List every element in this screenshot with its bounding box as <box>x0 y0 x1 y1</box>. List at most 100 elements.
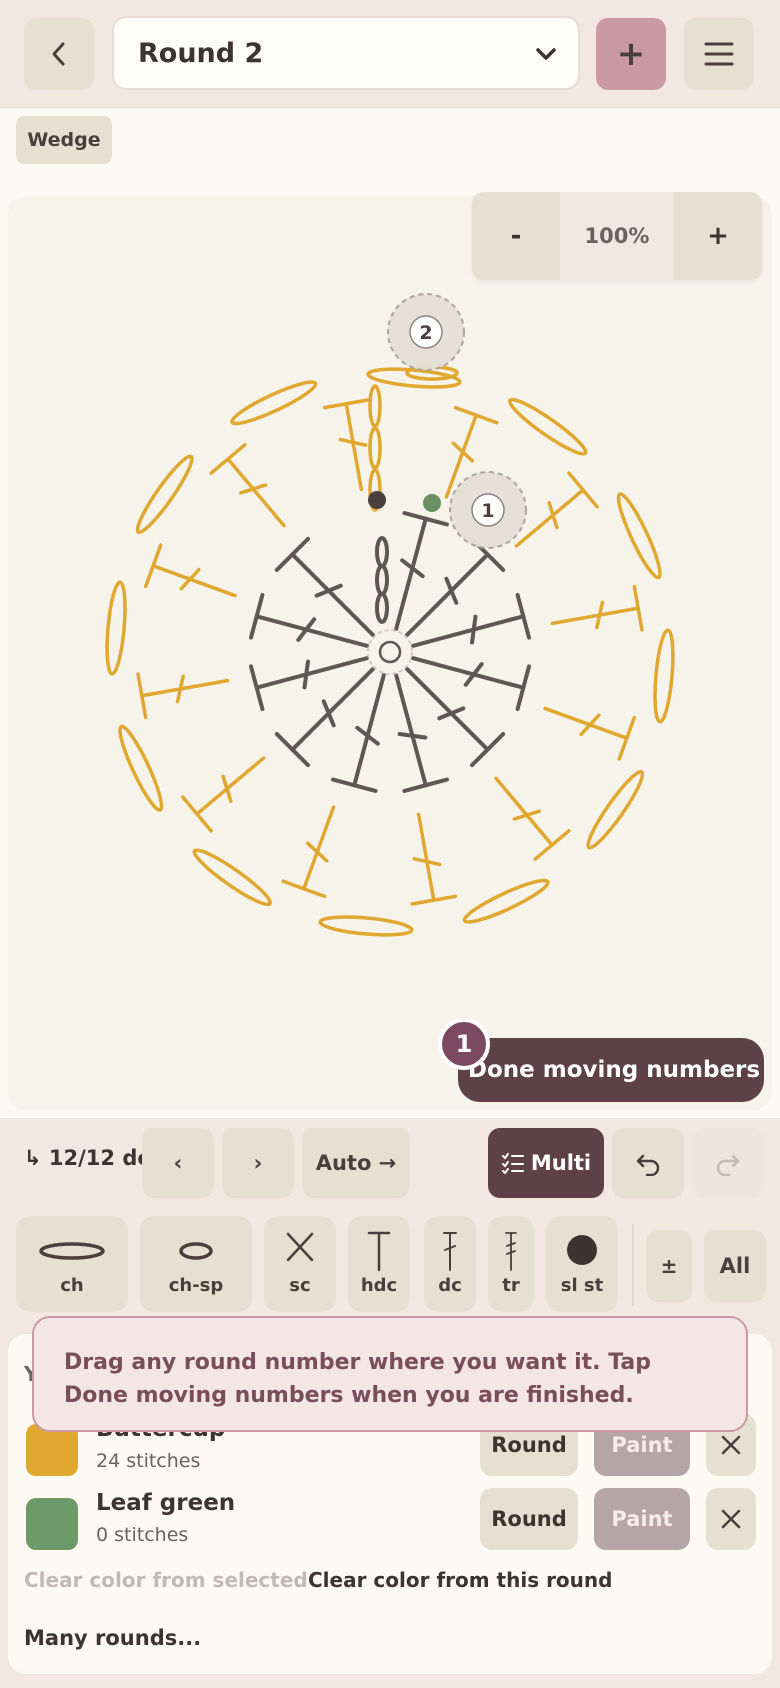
next-stitch-button[interactable]: › <box>222 1128 294 1198</box>
done-moving-numbers-button[interactable]: Done moving numbers <box>458 1038 764 1102</box>
close-icon <box>721 1509 741 1529</box>
half-double-crochet-icon <box>367 1231 391 1272</box>
close-icon <box>721 1435 741 1455</box>
color-swatch[interactable] <box>26 1498 78 1550</box>
chain-space-stitch[interactable] <box>461 875 551 928</box>
stitch-label: ch <box>60 1275 84 1296</box>
color-stitch-count: 0 stitches <box>96 1524 189 1546</box>
clear-color-selected-link[interactable]: Clear color from selected <box>24 1568 308 1592</box>
chain-stitch[interactable] <box>368 384 382 428</box>
chain-stitch[interactable] <box>375 536 389 568</box>
dc-stitch-round2[interactable] <box>494 776 571 861</box>
slip-stitch-dot[interactable] <box>368 491 386 509</box>
dc-stitch-round2[interactable] <box>181 756 266 833</box>
chain-oval-icon <box>39 1242 105 1260</box>
increase-decrease-button[interactable]: ± <box>646 1230 692 1302</box>
redo-icon <box>716 1154 740 1176</box>
dc-stitch-round2[interactable] <box>543 706 637 761</box>
stitch-label: dc <box>438 1275 462 1296</box>
stitch-sc-button[interactable]: sc <box>264 1216 336 1312</box>
chain-space-stitch[interactable] <box>132 452 198 537</box>
dc-stitch-round1[interactable] <box>331 673 386 793</box>
multi-label: Multi <box>530 1151 592 1175</box>
zoom-control: - 100% + <box>472 192 762 280</box>
center-loop[interactable] <box>378 640 402 664</box>
slip-stitch-dot-icon <box>567 1235 597 1265</box>
dc-stitch-round1[interactable] <box>404 536 506 638</box>
dc-stitch-round2[interactable] <box>143 543 237 598</box>
dc-stitch-round1[interactable] <box>249 656 369 711</box>
dc-stitch-round2[interactable] <box>410 812 458 906</box>
dc-stitch-round1[interactable] <box>274 666 376 768</box>
clear-color-round-link[interactable]: Clear color from this round <box>308 1568 612 1592</box>
instruction-tooltip: Drag any round number where you want it.… <box>32 1316 748 1432</box>
remove-color-button[interactable] <box>706 1488 756 1550</box>
dc-stitch-round1[interactable] <box>411 593 531 648</box>
stitch-count: ↳ 12/12 dc <box>24 1146 150 1170</box>
dc-stitch-round1[interactable] <box>274 536 376 638</box>
stitch-label: tr <box>502 1275 520 1296</box>
stitch-label: hdc <box>360 1275 398 1296</box>
undo-button[interactable] <box>612 1128 684 1198</box>
dc-stitch-round1[interactable] <box>394 673 449 793</box>
color-stitch-count: 24 stitches <box>96 1450 201 1472</box>
auto-advance-button[interactable]: Auto → <box>302 1128 410 1198</box>
round-marker-label[interactable]: 2 <box>419 322 432 344</box>
many-rounds-link[interactable]: Many rounds... <box>24 1626 201 1650</box>
stitch-ch-sp-button[interactable]: ch-sp <box>140 1216 252 1312</box>
color-row-leaf-green: Leaf green 0 stitches Round Paint <box>0 1486 780 1560</box>
chain-space-stitch[interactable] <box>613 491 666 581</box>
stitch-tr-button[interactable]: tr <box>488 1216 534 1312</box>
chain-space-stitch[interactable] <box>190 844 275 910</box>
zoom-out-button[interactable]: - <box>472 192 560 280</box>
toolbar-divider <box>632 1224 634 1306</box>
chain-space-stitch[interactable] <box>318 914 414 938</box>
select-all-button[interactable]: All <box>704 1230 766 1302</box>
crochet-chart[interactable]: 21 <box>0 0 780 1110</box>
chain-space-icon <box>179 1242 213 1260</box>
dc-stitch-round2[interactable] <box>136 672 230 720</box>
chain-space-stitch[interactable] <box>582 767 648 852</box>
chain-space-stitch[interactable] <box>505 394 590 460</box>
dc-stitch-round2[interactable] <box>550 584 644 632</box>
dc-stitch-round2[interactable] <box>322 398 370 492</box>
chain-space-stitch[interactable] <box>229 376 319 429</box>
stitch-hdc-button[interactable]: hdc <box>348 1216 410 1312</box>
stitch-label: ch-sp <box>168 1275 224 1296</box>
dc-stitch-round2[interactable] <box>209 443 286 528</box>
step-badge: 1 <box>438 1018 490 1070</box>
checklist-icon <box>501 1153 524 1174</box>
stitch-label: sl st <box>560 1275 604 1296</box>
multi-select-button[interactable]: Multi <box>488 1128 604 1198</box>
double-crochet-icon <box>443 1232 457 1271</box>
dc-stitch-round2[interactable] <box>514 471 599 548</box>
apply-round-button[interactable]: Round <box>480 1488 578 1550</box>
magic-ring[interactable] <box>367 629 413 675</box>
treble-crochet-icon <box>505 1232 517 1271</box>
chain-space-stitch[interactable] <box>652 628 676 724</box>
dc-stitch-round2[interactable] <box>281 805 336 899</box>
dc-stitch-round1[interactable] <box>394 511 449 631</box>
zoom-level: 100% <box>584 224 650 248</box>
prev-stitch-button[interactable]: ‹ <box>142 1128 214 1198</box>
chain-space-stitch[interactable] <box>114 723 167 813</box>
undo-icon <box>636 1154 660 1176</box>
chain-stitch[interactable] <box>368 426 382 470</box>
chain-stitch[interactable] <box>375 592 389 624</box>
single-crochet-x-icon <box>286 1232 314 1262</box>
round-marker-label[interactable]: 1 <box>481 500 494 522</box>
redo-button[interactable] <box>692 1128 764 1198</box>
slip-stitch-dot[interactable] <box>423 494 441 512</box>
chain-space-stitch[interactable] <box>104 580 128 676</box>
chain-stitch[interactable] <box>375 564 389 596</box>
stitch-dc-button[interactable]: dc <box>424 1216 476 1312</box>
stitch-ch-button[interactable]: ch <box>16 1216 128 1312</box>
stitch-sl-st-button[interactable]: sl st <box>546 1216 618 1312</box>
paint-button[interactable]: Paint <box>594 1488 690 1550</box>
color-name: Leaf green <box>96 1490 236 1516</box>
stitch-label: sc <box>289 1275 311 1296</box>
dc-stitch-round1[interactable] <box>404 666 506 768</box>
dc-stitch-round1[interactable] <box>411 656 531 711</box>
zoom-in-button[interactable]: + <box>674 192 762 280</box>
dc-stitch-round1[interactable] <box>249 593 369 648</box>
